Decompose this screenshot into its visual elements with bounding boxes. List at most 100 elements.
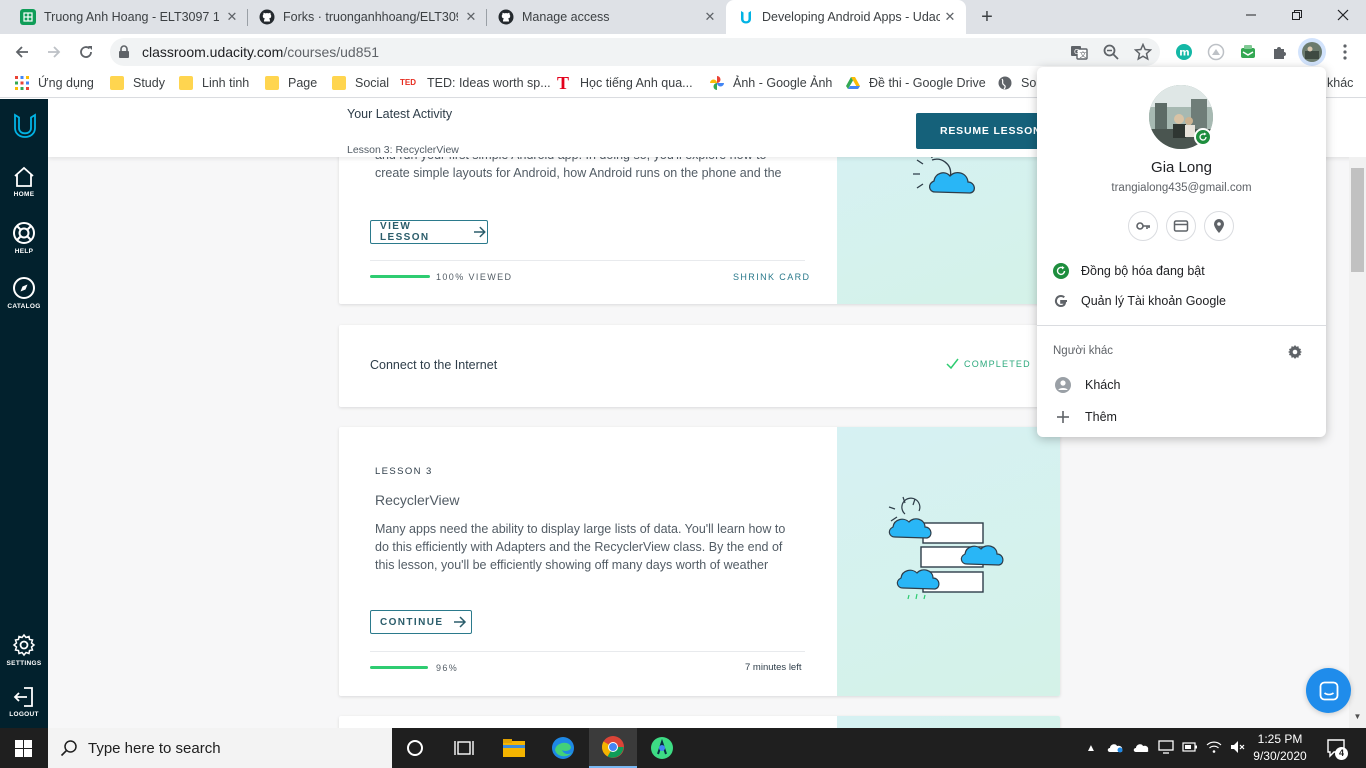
extensions-puzzle-icon[interactable] [1270, 42, 1290, 62]
translate-icon[interactable]: G文 [1069, 42, 1089, 62]
bookmark-google-drive[interactable]: Đề thi - Google Drive [846, 76, 986, 90]
back-button[interactable] [8, 38, 36, 66]
bookmark-apps[interactable]: Ứng dụng [15, 76, 94, 90]
continue-button[interactable]: CONTINUE [370, 610, 472, 634]
tab-github-forks[interactable]: Forks · truonganhhoang/ELT3097 ✕ [247, 0, 487, 34]
show-hidden-icons-chevron-icon[interactable]: ▲ [1086, 743, 1096, 754]
manage-google-account-item[interactable]: Quản lý Tài khoản Google [1053, 293, 1226, 309]
view-lesson-button[interactable]: VIEW LESSON [370, 220, 488, 244]
windows-start-icon[interactable] [15, 740, 32, 762]
forward-button[interactable] [40, 38, 68, 66]
payment-methods-button[interactable] [1166, 211, 1196, 241]
key-icon [1136, 222, 1150, 230]
lesson-description-line: this lesson, you'll be efficiently showi… [375, 558, 769, 572]
wifi-icon[interactable] [1206, 740, 1222, 757]
cortana-icon[interactable] [406, 739, 424, 762]
edge-browser-icon[interactable] [551, 736, 575, 765]
zoom-icon[interactable] [1101, 42, 1121, 62]
close-tab-icon[interactable]: ✕ [702, 9, 718, 25]
close-tab-icon[interactable]: ✕ [942, 9, 958, 25]
android-studio-icon[interactable] [650, 736, 674, 765]
bookmark-folder-page[interactable]: Page [265, 76, 317, 90]
volume-muted-icon[interactable] [1230, 740, 1246, 757]
lesson-overline: LESSON 3 [375, 466, 433, 477]
progress-label: 96% [436, 663, 459, 673]
plus-icon [1057, 411, 1069, 423]
location-pin-icon [1214, 219, 1224, 233]
scroll-down-arrow-icon[interactable]: ▼ [1352, 712, 1363, 722]
url-text[interactable]: classroom.udacity.com/courses/ud851 [142, 44, 379, 60]
udacity-icon [738, 9, 754, 25]
file-explorer-icon[interactable] [502, 737, 526, 764]
new-tab-button[interactable]: + [976, 6, 998, 28]
divider [370, 651, 805, 652]
reload-button[interactable] [72, 38, 100, 66]
bookmark-label: Học tiếng Anh qua... [580, 76, 693, 90]
tab-sheets[interactable]: Truong Anh Hoang - ELT3097 1 - ✕ [8, 0, 248, 34]
tab-title: Developing Android Apps - Udac [762, 10, 940, 24]
sidebar-item-label: HOME [13, 191, 35, 198]
shrink-card-link[interactable]: SHRINK CARD [733, 272, 810, 282]
tab-manage-access[interactable]: Manage access ✕ [486, 0, 726, 34]
addresses-button[interactable] [1204, 211, 1234, 241]
close-tab-icon[interactable]: ✕ [463, 9, 479, 25]
minimize-button[interactable] [1228, 0, 1274, 30]
bookmark-folder-linh-tinh[interactable]: Linh tinh [179, 76, 249, 90]
sidebar-item-settings[interactable]: SETTINGS [0, 633, 48, 667]
clock[interactable]: 1:25 PM 9/30/2020 [1250, 731, 1310, 765]
bookmark-label: Study [133, 76, 165, 90]
chrome-taskbar-button[interactable] [589, 728, 637, 768]
udacity-logo-icon[interactable] [13, 113, 37, 144]
taskbar-search-box[interactable]: Type here to search [48, 728, 392, 768]
scrollbar-thumb[interactable] [1351, 168, 1364, 272]
google-photos-icon [710, 76, 724, 90]
chat-launcher-button[interactable] [1306, 668, 1351, 713]
completed-badge: COMPLETED [946, 358, 1031, 370]
restore-button[interactable] [1274, 0, 1320, 30]
ted-icon: TED [400, 78, 416, 87]
bookmark-ted[interactable]: TED TED: Ideas worth sp... [400, 76, 551, 90]
guest-profile-item[interactable]: Khách [1055, 377, 1120, 393]
bookmark-label: Đề thi - Google Drive [869, 76, 986, 90]
resume-lesson-label: RESUME LESSON [940, 125, 1042, 137]
bookmark-other[interactable]: khác [1327, 76, 1353, 90]
bookmark-so[interactable]: So [998, 76, 1036, 90]
display-icon[interactable] [1158, 739, 1174, 757]
onedrive-icon[interactable] [1106, 741, 1124, 756]
chrome-menu-icon[interactable] [1335, 42, 1355, 62]
sidebar-item-home[interactable]: HOME [0, 166, 48, 198]
passwords-button[interactable] [1128, 211, 1158, 241]
extension-m-icon[interactable]: m [1174, 42, 1194, 62]
cloud-sync-icon[interactable] [1132, 741, 1150, 756]
task-view-icon[interactable] [454, 739, 474, 762]
bookmark-folder-study[interactable]: Study [110, 76, 165, 90]
manage-people-gear-icon[interactable] [1287, 344, 1303, 365]
sidebar-item-catalog[interactable]: CATALOG [0, 276, 48, 310]
latest-activity-subtitle[interactable]: Lesson 3: RecyclerView [347, 144, 459, 156]
bookmark-star-icon[interactable] [1133, 42, 1153, 62]
add-profile-item[interactable]: Thêm [1055, 409, 1117, 425]
extension-inbox-icon[interactable] [1238, 42, 1258, 62]
battery-icon[interactable] [1182, 740, 1198, 757]
close-window-button[interactable] [1320, 0, 1366, 30]
close-tab-icon[interactable]: ✕ [224, 9, 240, 25]
sidebar-item-help[interactable]: HELP [0, 221, 48, 255]
search-placeholder: Type here to search [88, 739, 221, 757]
sheets-icon [20, 9, 36, 25]
bookmark-folder-social[interactable]: Social [332, 76, 389, 90]
sync-icon [1053, 263, 1069, 279]
lock-icon[interactable] [118, 45, 130, 64]
lesson-card-connect-internet[interactable]: Connect to the Internet COMPLETED [339, 325, 1060, 407]
bookmark-hoc-tieng-anh[interactable]: T Học tiếng Anh qua... [557, 74, 693, 92]
lesson-title: Connect to the Internet [370, 358, 498, 372]
sync-status-item[interactable]: Đồng bộ hóa đang bật [1053, 263, 1205, 279]
svg-text:m: m [1179, 48, 1189, 59]
tab-udacity-active[interactable]: Developing Android Apps - Udac ✕ [726, 0, 966, 34]
continue-label: CONTINUE [380, 616, 444, 628]
profile-avatar-button[interactable] [1298, 38, 1326, 66]
extension-grey-icon[interactable] [1206, 42, 1226, 62]
manage-account-label: Quản lý Tài khoản Google [1081, 294, 1227, 308]
sidebar-item-logout[interactable]: LOGOUT [0, 686, 48, 718]
resume-lesson-button[interactable]: RESUME LESSON [916, 113, 1046, 149]
bookmark-google-photos[interactable]: Ảnh - Google Ảnh [710, 76, 832, 90]
